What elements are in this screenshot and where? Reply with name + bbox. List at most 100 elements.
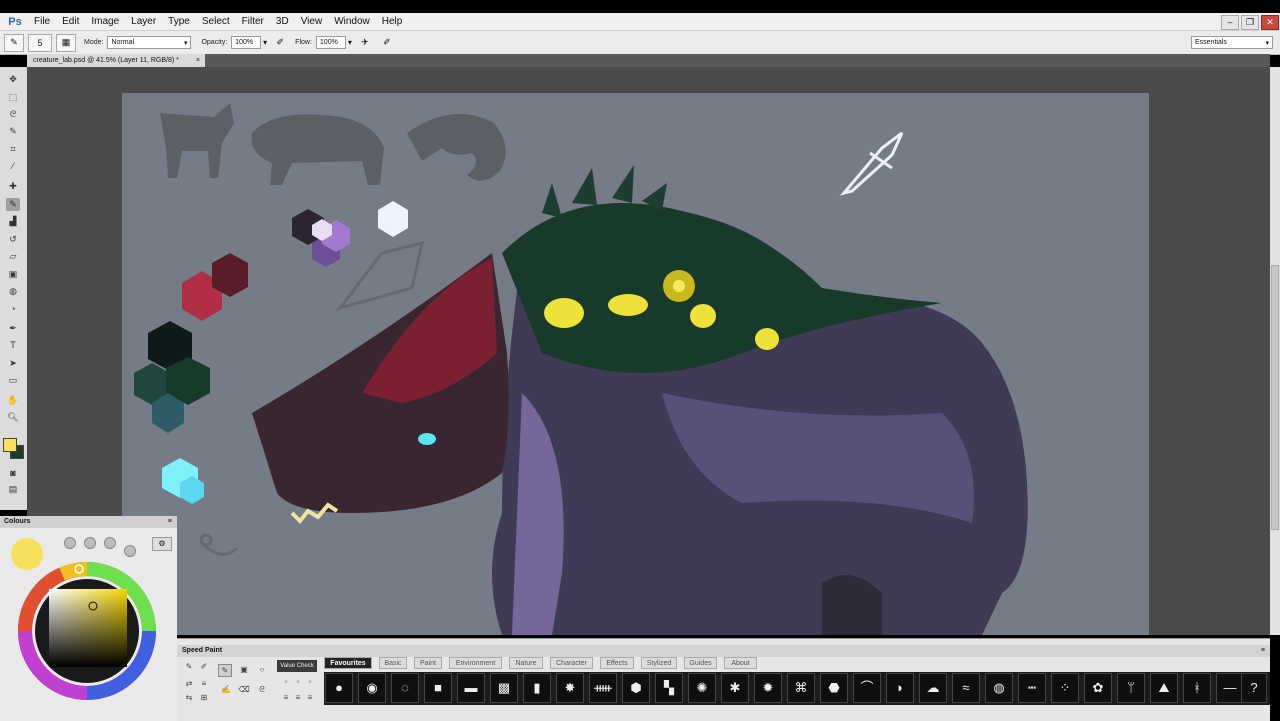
screen-mode-icon[interactable]: ▤: [6, 483, 20, 496]
brush-splatter[interactable]: ✸: [556, 673, 584, 703]
hand-icon[interactable]: ✋: [6, 394, 20, 407]
brush-mode-icon[interactable]: ✎: [183, 661, 195, 672]
menu-view[interactable]: View: [295, 16, 329, 27]
dodge-icon[interactable]: ◔: [6, 303, 20, 316]
brush-icon[interactable]: ✎: [6, 198, 20, 211]
document-canvas[interactable]: [122, 93, 1149, 635]
crop-icon[interactable]: ⌗: [6, 143, 20, 156]
eraser-icon[interactable]: ⌫: [238, 684, 250, 695]
preset-mode-icon[interactable]: [124, 545, 136, 557]
brush-reeds[interactable]: ᚼ: [1183, 673, 1211, 703]
value-check-button[interactable]: Value Check: [277, 660, 317, 672]
foreground-color-swatch[interactable]: [3, 438, 17, 452]
minimize-button[interactable]: –: [1221, 15, 1239, 30]
flip-icon[interactable]: ⇆: [183, 692, 195, 703]
menu-select[interactable]: Select: [196, 16, 236, 27]
zoom-icon[interactable]: ○: [256, 664, 268, 675]
align-icon[interactable]: ≡: [292, 692, 304, 703]
brush-round-block[interactable]: ⬣: [820, 673, 848, 703]
restore-button[interactable]: ❐: [1241, 15, 1259, 30]
flow-field[interactable]: 100%: [315, 36, 346, 49]
paint-tool-icon[interactable]: ✎: [218, 664, 232, 677]
help-button[interactable]: ?: [1241, 673, 1267, 703]
saturation-mode-icon[interactable]: [104, 537, 116, 549]
document-tab[interactable]: creature_lab.psd @ 41.5% (Layer 11, RGB/…: [27, 54, 205, 67]
lasso-icon[interactable]: ᘓ: [256, 684, 268, 695]
tab-character[interactable]: Character: [550, 657, 593, 669]
layers-icon[interactable]: ≡: [198, 678, 210, 689]
gradient-icon[interactable]: ▣: [6, 268, 20, 281]
brightness-mode-icon[interactable]: [84, 537, 96, 549]
brush-dashes[interactable]: ┅: [1018, 673, 1046, 703]
eraser-icon[interactable]: ▱: [6, 250, 20, 263]
history-brush-icon[interactable]: ↺: [6, 233, 20, 246]
hue-mode-icon[interactable]: [64, 537, 76, 549]
brush-pattern[interactable]: ⌘: [787, 673, 815, 703]
menu-layer[interactable]: Layer: [125, 16, 162, 27]
workspace-select[interactable]: Essentials ▾: [1191, 36, 1273, 49]
menu-image[interactable]: Image: [85, 16, 125, 27]
pressure-size-icon[interactable]: ✐: [378, 35, 396, 51]
adjust-icon[interactable]: ⇄: [183, 678, 195, 689]
brush-mound[interactable]: ⛰: [1150, 673, 1178, 703]
brush-chalk[interactable]: ▚: [655, 673, 683, 703]
lasso-icon[interactable]: ᘓ: [6, 108, 20, 121]
eyedropper-icon[interactable]: ⁄: [6, 160, 20, 173]
brush-panel-toggle[interactable]: ▦: [56, 33, 76, 52]
tab-about[interactable]: About: [724, 657, 757, 669]
brush-dots[interactable]: ⁘: [1051, 673, 1079, 703]
brush-flat[interactable]: ▬: [457, 673, 485, 703]
tab-basic[interactable]: Basic: [379, 657, 407, 669]
brush-fish[interactable]: ◍: [985, 673, 1013, 703]
marquee-icon[interactable]: ⬚: [6, 91, 20, 104]
align-icon[interactable]: ≡: [280, 692, 292, 703]
canvas-icon[interactable]: ▣: [238, 664, 250, 675]
brush-streak[interactable]: ≈: [952, 673, 980, 703]
tab-nature[interactable]: Nature: [509, 657, 543, 669]
menu-3d[interactable]: 3D: [270, 16, 295, 27]
smudge-icon[interactable]: ✍: [220, 684, 232, 695]
menu-help[interactable]: Help: [376, 16, 409, 27]
type-icon[interactable]: T: [6, 339, 20, 352]
circle-small-icon[interactable]: ◦: [292, 676, 304, 687]
close-tab-icon[interactable]: ×: [196, 54, 200, 67]
zoom-icon[interactable]: 🔍︎: [6, 411, 20, 424]
circle-small-icon[interactable]: ◦: [304, 676, 316, 687]
menu-type[interactable]: Type: [162, 16, 196, 27]
path-select-icon[interactable]: ➤: [6, 357, 20, 370]
panel-menu-icon[interactable]: ≡: [168, 516, 172, 528]
new-layer-icon[interactable]: ⊞: [198, 692, 210, 703]
blur-icon[interactable]: ◍: [6, 285, 20, 298]
move-icon[interactable]: ✥: [6, 73, 20, 86]
tab-environment[interactable]: Environment: [449, 657, 502, 669]
airbrush-icon[interactable]: ✈: [356, 35, 374, 51]
tool-preset-picker[interactable]: ✎: [4, 33, 24, 52]
tab-paint[interactable]: Paint: [414, 657, 442, 669]
brush-rough[interactable]: ✺: [688, 673, 716, 703]
quick-mask-icon[interactable]: ◙: [6, 467, 20, 480]
menu-file[interactable]: File: [28, 16, 56, 27]
menu-window[interactable]: Window: [328, 16, 376, 27]
brush-grass[interactable]: ᚔ: [589, 673, 617, 703]
flow-dropdown-icon[interactable]: ▾: [348, 38, 352, 47]
brush-soft-round[interactable]: ◉: [358, 673, 386, 703]
scrollbar-thumb[interactable]: [1271, 265, 1279, 530]
brush-grass-tuft[interactable]: ᛘ: [1117, 673, 1145, 703]
panel-menu-icon[interactable]: ≡: [1261, 645, 1265, 657]
opacity-field[interactable]: 100%: [231, 36, 262, 49]
pen-icon[interactable]: ✒: [6, 322, 20, 335]
brush-smear[interactable]: ◗: [886, 673, 914, 703]
brush-size-picker[interactable]: 5: [28, 33, 52, 52]
brush-foliage[interactable]: ✿: [1084, 673, 1112, 703]
opacity-dropdown-icon[interactable]: ▾: [263, 38, 267, 47]
pressure-opacity-icon[interactable]: ✐: [271, 35, 289, 51]
close-button[interactable]: ✕: [1261, 15, 1279, 30]
menu-edit[interactable]: Edit: [56, 16, 85, 27]
shape-icon[interactable]: ▭: [6, 374, 20, 387]
brush-airbrush[interactable]: ◌: [391, 673, 419, 703]
colour-wheel[interactable]: [17, 561, 157, 701]
gear-icon[interactable]: ⚙: [152, 537, 172, 551]
brush-sponge[interactable]: ✹: [754, 673, 782, 703]
brush-line[interactable]: —: [1216, 673, 1244, 703]
brush-blob[interactable]: ⬢: [622, 673, 650, 703]
